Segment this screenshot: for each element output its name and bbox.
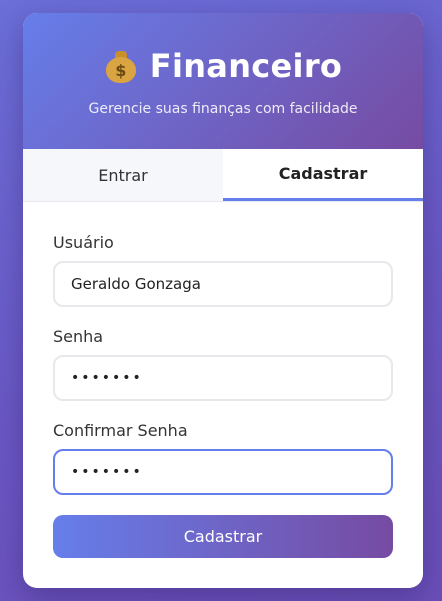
app-header: $ Financeiro Gerencie suas finanças com … [23, 13, 423, 149]
password-input[interactable]: ••••••• [53, 355, 393, 401]
confirm-password-label: Confirmar Senha [53, 421, 188, 440]
username-label: Usuário [53, 233, 114, 252]
app-title: $ Financeiro [23, 47, 423, 85]
password-label: Senha [53, 327, 104, 346]
money-bag-icon: $ [104, 49, 138, 83]
register-button[interactable]: Cadastrar [53, 515, 393, 558]
money-bag-icon-sign: $ [115, 61, 127, 80]
tab-cadastrar[interactable]: Cadastrar [223, 149, 423, 201]
confirm-password-field: Confirmar Senha ••••••• [53, 420, 393, 495]
username-field: Usuário Geraldo Gonzaga [53, 232, 393, 307]
tab-entrar[interactable]: Entrar [23, 149, 223, 201]
app-subtitle: Gerencie suas finanças com facilidade [88, 101, 358, 117]
username-input[interactable]: Geraldo Gonzaga [53, 261, 393, 307]
password-field: Senha ••••••• [53, 326, 393, 401]
app-title-text: Financeiro [149, 47, 343, 85]
register-form: Usuário Geraldo Gonzaga Senha ••••••• Co… [23, 202, 423, 558]
confirm-password-input[interactable]: ••••••• [53, 449, 393, 495]
auth-tabs: Entrar Cadastrar [23, 149, 423, 202]
auth-card: $ Financeiro Gerencie suas finanças com … [23, 13, 423, 588]
